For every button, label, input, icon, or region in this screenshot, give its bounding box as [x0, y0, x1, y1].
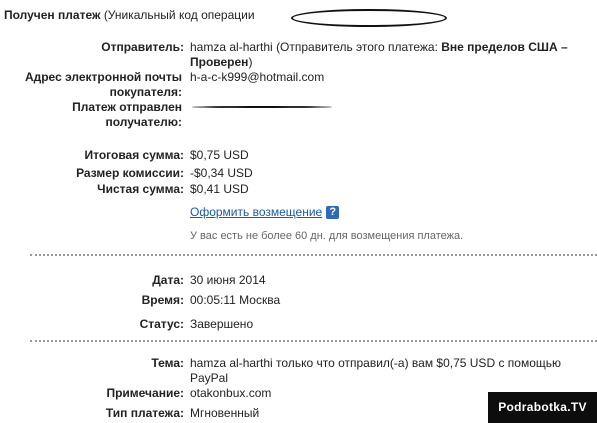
refund-link[interactable]: Оформить возмещение	[190, 205, 322, 219]
note-label: Примечание:	[106, 386, 184, 400]
date-value: 30 июня 2014	[190, 273, 266, 287]
buyer-email-label: Адрес электронной почты покупателя:	[24, 70, 182, 99]
refund-row: Оформить возмещение?	[190, 205, 340, 220]
total-label: Итоговая сумма:	[84, 148, 184, 162]
help-icon[interactable]: ?	[326, 206, 340, 220]
divider	[30, 254, 597, 256]
subject-label: Тема:	[151, 356, 184, 370]
watermark: Podrabotka.TV	[488, 392, 597, 423]
net-label: Чистая сумма:	[97, 182, 184, 196]
sender-note-prefix: (Отправитель этого платежа:	[276, 40, 438, 54]
subtitle-text: (Уникальный код операции	[103, 8, 255, 22]
fee-label: Размер комиссии:	[76, 166, 184, 180]
time-label: Время:	[141, 293, 184, 307]
payment-type-value: Мгновенный	[190, 406, 260, 420]
note-value: otakonbux.com	[190, 386, 272, 400]
net-value: $0,41 USD	[190, 182, 249, 196]
status-value: Завершено	[190, 317, 254, 331]
sender-note-suffix: )	[248, 55, 253, 69]
date-label: Дата:	[152, 273, 184, 287]
buyer-email-value: h-a-c-k999@hotmail.com	[190, 70, 325, 84]
title-text: Получен платеж	[4, 8, 101, 22]
page-title: Получен платеж (Уникальный код операции	[4, 8, 255, 22]
fee-value: -$0,34 USD	[190, 166, 253, 180]
time-value: 00:05:11 Москва	[190, 293, 281, 307]
total-value: $0,75 USD	[190, 148, 249, 162]
status-label: Статус:	[139, 317, 184, 331]
payment-type-label: Тип платежа:	[105, 406, 184, 420]
redacted-recipient-email	[192, 106, 332, 108]
redacted-transaction-id	[291, 9, 447, 27]
subject-value: hamza al-harthi только что отправил(-а) …	[190, 356, 561, 385]
sender-name: hamza al-harthi	[190, 40, 273, 54]
sender-label: Отправитель:	[101, 40, 184, 54]
sender-value: hamza al-harthi (Отправитель этого плате…	[190, 40, 590, 70]
recipient-label: Платеж отправлен получателю:	[72, 100, 182, 129]
divider	[30, 340, 597, 342]
refund-note: У вас есть не более 60 дн. для возмещени…	[190, 230, 464, 242]
